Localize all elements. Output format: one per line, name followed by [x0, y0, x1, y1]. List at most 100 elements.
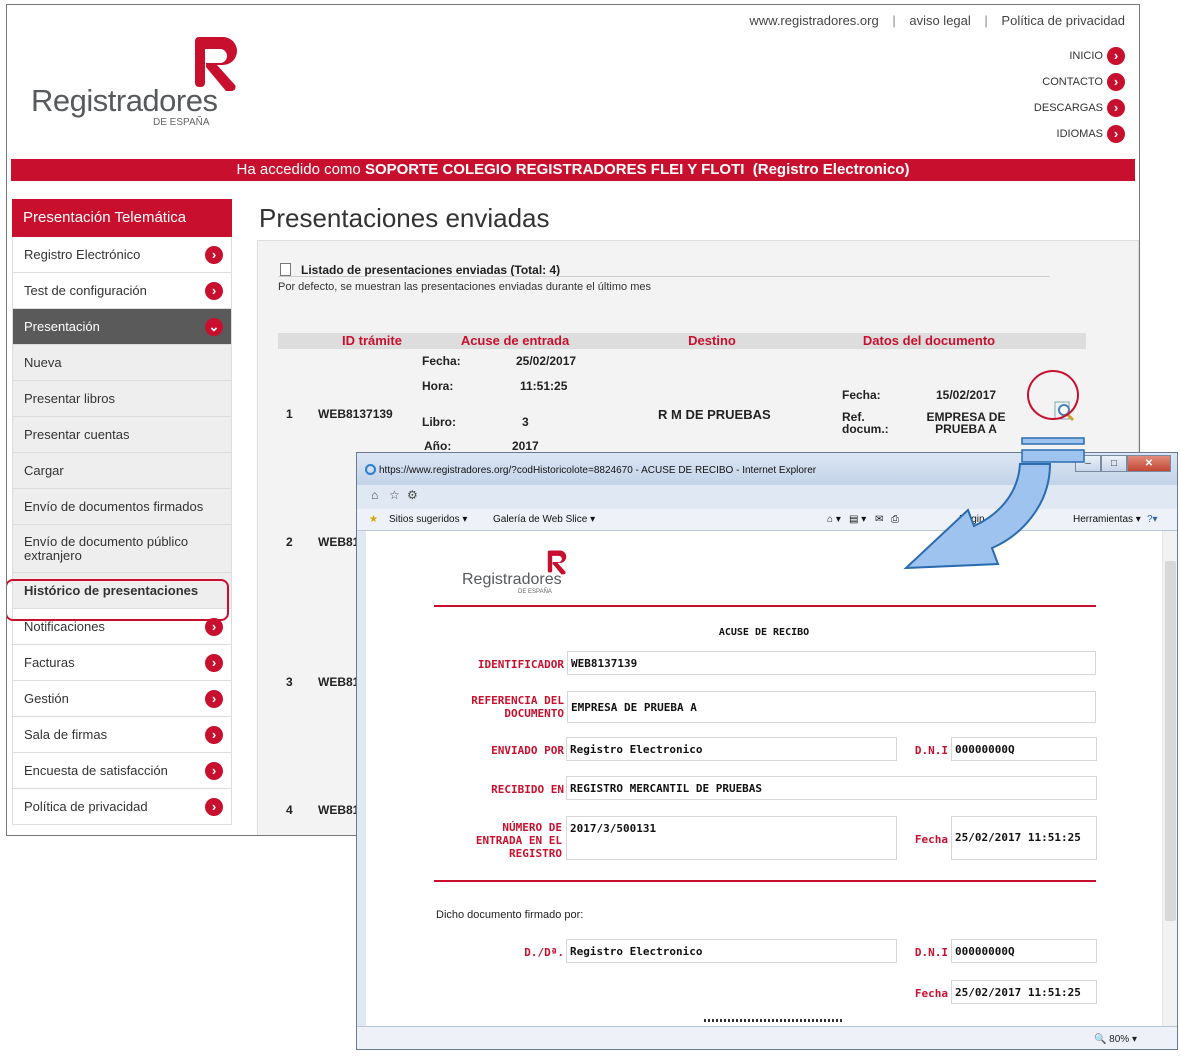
fav-sitios-sugeridos[interactable]: Sitios sugeridos ▾: [389, 514, 467, 525]
registradores-logo[interactable]: Registradores DE ESPAÑA: [27, 35, 247, 130]
doc-fecha: 15/02/2017: [936, 388, 997, 402]
chevron-right-icon: ›: [1107, 73, 1125, 91]
session-mode: (Registro Electronico): [752, 161, 910, 178]
page-menu[interactable]: Págin: [959, 514, 985, 525]
sidebar-item-gestion[interactable]: Gestión ›: [12, 681, 232, 717]
favorites-star-icon[interactable]: ☆: [389, 488, 400, 502]
doc-heading: ACUSE DE RECIBO: [718, 627, 810, 638]
maximize-button[interactable]: □: [1101, 455, 1127, 472]
sidebar-item-registro-electronico[interactable]: Registro Electrónico ›: [12, 237, 232, 273]
sidebar: Presentación Telemática Registro Electró…: [7, 199, 232, 825]
home-icon[interactable]: ⌂ ▾: [827, 514, 841, 525]
minimize-button[interactable]: –: [1075, 455, 1101, 472]
home-icon[interactable]: ⌂: [371, 488, 378, 502]
row-number: 4: [286, 803, 293, 817]
popup-scrollbar[interactable]: [1163, 531, 1177, 1026]
favorites-icon[interactable]: ★: [369, 514, 378, 525]
field-numero-entrada: 2017/3/500131: [566, 816, 897, 860]
nav-contacto[interactable]: CONTACTO ›: [1034, 69, 1125, 95]
acuse-anio: 2017: [512, 439, 539, 453]
link-website[interactable]: www.registradores.org: [749, 13, 878, 28]
session-banner: Ha accedido como SOPORTE COLEGIO REGISTR…: [11, 159, 1135, 181]
popup-document: Registradores DE ESPAÑA ACUSE DE RECIBO …: [366, 531, 1162, 1026]
chevron-right-icon: ›: [1107, 125, 1125, 143]
mail-icon[interactable]: ✉: [875, 514, 883, 525]
table-header: ID trámite Acuse de entrada Destino Dato…: [278, 333, 1086, 349]
sidebar-item-presentar-cuentas[interactable]: Presentar cuentas: [12, 417, 232, 453]
chevron-right-icon: ›: [1107, 47, 1125, 65]
sidebar-item-presentar-libros[interactable]: Presentar libros: [12, 381, 232, 417]
logo-text: Registradores: [31, 83, 218, 118]
right-nav: INICIO › CONTACTO › DESCARGAS › IDIOMAS ›: [1034, 43, 1125, 147]
field-dni-firmante: 00000000Q: [951, 939, 1097, 963]
footer-barcode: [704, 1019, 844, 1022]
list-title: Listado de presentaciones enviadas (Tota…: [280, 263, 560, 277]
row-number: 1: [286, 407, 293, 421]
sidebar-item-sala-firmas[interactable]: Sala de firmas ›: [12, 717, 232, 753]
popup-command-row: ⌂ ☆ ⚙: [357, 485, 1177, 507]
close-button[interactable]: ✕: [1127, 455, 1171, 472]
divider: [434, 880, 1096, 882]
zoom-level[interactable]: 🔍 80% ▾: [1094, 1034, 1137, 1045]
row-number: 2: [286, 535, 293, 549]
popup-title: https://www.registradores.org/?codHistor…: [379, 465, 817, 476]
sidebar-title: Presentación Telemática: [12, 199, 232, 237]
nav-inicio[interactable]: INICIO ›: [1034, 43, 1125, 69]
chevron-down-icon: ⌄: [205, 318, 223, 336]
sidebar-item-presentacion[interactable]: Presentación ⌄: [12, 309, 232, 345]
highlight-historico: [7, 579, 229, 621]
feeds-icon[interactable]: ▤ ▾: [849, 514, 866, 525]
field-referencia: EMPRESA DE PRUEBA A: [567, 691, 1096, 723]
field-dni: 00000000Q: [951, 737, 1097, 761]
gear-icon[interactable]: ⚙: [407, 488, 418, 502]
highlight-magnifier: [1027, 370, 1079, 420]
col-datos: Datos del documento: [862, 333, 996, 348]
top-links: www.registradores.org | aviso legal | Po…: [749, 13, 1125, 28]
acuse-fecha: 25/02/2017: [516, 354, 577, 368]
sidebar-item-test-configuracion[interactable]: Test de configuración ›: [12, 273, 232, 309]
fav-galeria[interactable]: Galería de Web Slice ▾: [493, 514, 595, 525]
field-fecha-firma: 25/02/2017 11:51:25: [951, 980, 1097, 1004]
sidebar-item-politica[interactable]: Política de privacidad ›: [12, 789, 232, 825]
row-id: WEB8137139: [318, 407, 393, 421]
link-legal[interactable]: aviso legal: [909, 13, 970, 28]
col-id-tramite: ID trámite: [342, 333, 402, 348]
logo-subtext: DE ESPAÑA: [153, 117, 210, 128]
chevron-right-icon: ›: [205, 726, 223, 744]
window-buttons: – □ ✕: [1075, 455, 1171, 472]
popup-titlebar[interactable]: https://www.registradores.org/?codHistor…: [357, 453, 1177, 485]
sidebar-item-facturas[interactable]: Facturas ›: [12, 645, 232, 681]
chevron-right-icon: ›: [205, 282, 223, 300]
sidebar-item-cargar[interactable]: Cargar: [12, 453, 232, 489]
link-privacy[interactable]: Política de privacidad: [1001, 13, 1125, 28]
signed-by-label: Dicho documento firmado por:: [436, 909, 584, 921]
doc-ref: EMPRESA DE PRUEBA A: [926, 410, 1006, 436]
field-fecha: 25/02/2017 11:51:25: [951, 816, 1097, 860]
chevron-right-icon: ›: [205, 246, 223, 264]
acuse-libro: 3: [522, 415, 529, 429]
sidebar-item-envio-firmados[interactable]: Envío de documentos firmados: [12, 489, 232, 525]
popup-statusbar: 🔍 80% ▾: [357, 1026, 1177, 1049]
nav-idiomas[interactable]: IDIOMAS ›: [1034, 121, 1125, 147]
col-destino: Destino: [688, 333, 736, 348]
field-enviado-por: Registro Electronico: [566, 737, 897, 761]
doc-logo: Registradores DE ESPAÑA: [462, 549, 582, 599]
print-icon[interactable]: ⎙: [891, 514, 899, 525]
document-icon: [280, 263, 291, 276]
sidebar-item-envio-extranjero[interactable]: Envío de documento público extranjero: [12, 525, 232, 573]
tools-menu[interactable]: Herramientas ▾: [1073, 514, 1141, 525]
nav-descargas[interactable]: DESCARGAS ›: [1034, 95, 1125, 121]
chevron-right-icon: ›: [1107, 99, 1125, 117]
chevron-right-icon: ›: [205, 690, 223, 708]
help-icon[interactable]: ?▾: [1147, 514, 1158, 525]
acuse-popup-window: https://www.registradores.org/?codHistor…: [356, 452, 1178, 1050]
divider: [434, 605, 1096, 607]
field-recibido-en: REGISTRO MERCANTIL DE PRUEBAS: [566, 776, 1097, 800]
row-number: 3: [286, 675, 293, 689]
row-destino: R M DE PRUEBAS: [658, 407, 771, 422]
sidebar-item-nueva[interactable]: Nueva: [12, 345, 232, 381]
favorites-bar: ★ Sitios sugeridos ▾ Galería de Web Slic…: [357, 509, 1177, 531]
acuse-hora: 11:51:25: [520, 379, 568, 393]
scroll-thumb[interactable]: [1165, 561, 1176, 921]
sidebar-item-encuesta[interactable]: Encuesta de satisfacción ›: [12, 753, 232, 789]
